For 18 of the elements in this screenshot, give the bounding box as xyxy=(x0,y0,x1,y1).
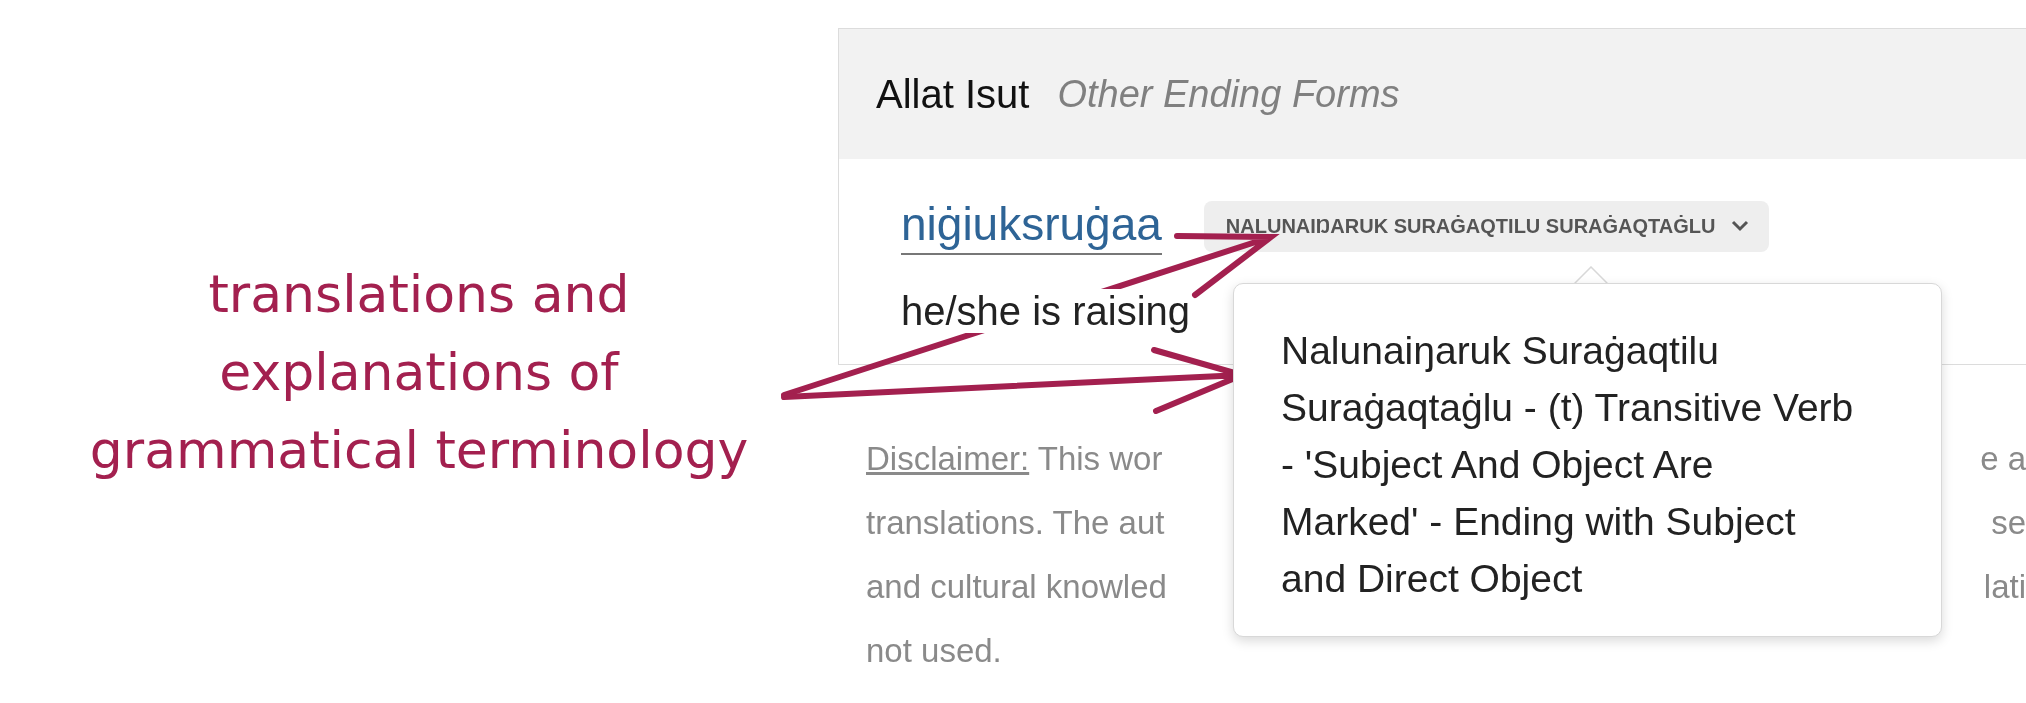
ending-dropdown[interactable]: NALUNAIŊARUK SURAĠAQTILU SURAĠAQTAĠLU xyxy=(1203,200,1770,252)
translation-text: he/she is raising xyxy=(901,289,1191,333)
disclaimer-text: not used. xyxy=(866,632,1002,669)
caret-icon xyxy=(1731,220,1750,232)
disclaimer-label: Disclaimer: xyxy=(866,440,1030,477)
annotation-text: translations and xyxy=(208,263,630,326)
tooltip-text: Nalunaiŋaruk Suraġaqtilu Suraġaqtaġlu - (t) Transitive Verb - 'Subject And Object Are Marked' - Ending with Subject and Direct Object xyxy=(1281,329,1854,600)
section-title: Allat Isut xyxy=(876,71,1030,117)
annotation-text: grammatical terminology xyxy=(89,419,749,482)
disclaimer-text: e a xyxy=(1980,439,2026,479)
disclaimer-text: This wor xyxy=(1037,440,1163,477)
disclaimer-text: translations. The aut xyxy=(866,504,1165,541)
disclaimer-text: lati xyxy=(1983,567,2026,607)
section-subtitle: Other Ending Forms xyxy=(1057,72,1400,116)
annotation-text: explanations of xyxy=(219,341,619,404)
disclaimer-text: se xyxy=(1991,503,2026,543)
disclaimer-text: and cultural knowled xyxy=(866,568,1167,605)
word-link[interactable]: niġiuksruġaa xyxy=(901,197,1162,255)
